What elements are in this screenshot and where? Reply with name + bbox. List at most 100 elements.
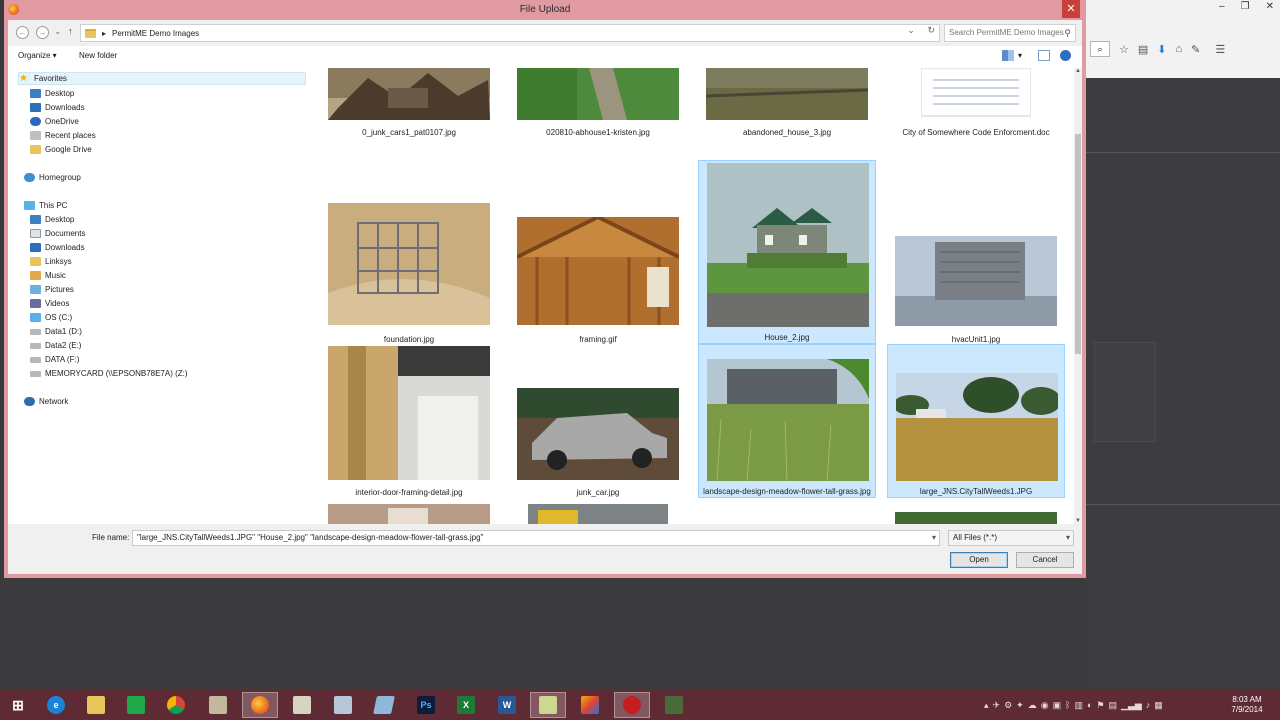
bluetooth-icon[interactable]: ᛒ [1065, 700, 1070, 710]
new-folder-button[interactable]: New folder [79, 51, 117, 60]
tray-icon[interactable]: ◉ [1041, 700, 1049, 711]
nav-pc-downloads[interactable]: Downloads [30, 241, 85, 254]
file-tile[interactable]: City of Somewhere Code Enforcment.doc [887, 68, 1065, 138]
nav-this-pc[interactable]: This PC [24, 199, 67, 212]
file-tile[interactable]: junk_car.jpg [509, 346, 687, 498]
help-icon[interactable] [1060, 50, 1071, 61]
file-tile[interactable]: interior-door-framing-detail.jpg [320, 346, 498, 498]
extension-icon[interactable]: ✎ [1191, 43, 1200, 56]
file-type-select[interactable]: All Files (*.*) ▾ [948, 530, 1074, 546]
up-arrow-icon[interactable]: ↑ [68, 26, 73, 36]
taskbar-chrome[interactable] [158, 692, 194, 718]
organize-button[interactable]: Organize ▾ [18, 51, 57, 60]
file-tile[interactable]: hvacUnit1.jpg [887, 160, 1065, 344]
tray-expand-icon[interactable]: ▴ [984, 700, 989, 711]
taskbar-app-active[interactable] [614, 692, 650, 718]
tray-icon[interactable]: ☁ [1028, 700, 1037, 711]
taskbar-app[interactable] [572, 692, 608, 718]
nav-pc-data-f[interactable]: DATA (F:) [30, 353, 79, 366]
tray-icon[interactable]: ▦ [1154, 700, 1163, 711]
clipboard-icon[interactable]: ▤ [1138, 43, 1148, 56]
volume-icon[interactable]: ♪ [1146, 700, 1151, 710]
nav-pc-os-c[interactable]: OS (C:) [30, 311, 72, 324]
network-signal-icon[interactable]: ▁▃▅ [1121, 700, 1142, 711]
menu-icon[interactable]: ☰ [1215, 43, 1225, 56]
tray-icon[interactable]: ▤ [1109, 700, 1118, 711]
nav-favorites[interactable]: ★ Favorites [18, 72, 306, 85]
forward-icon[interactable]: → [36, 26, 49, 39]
taskbar-store[interactable] [118, 692, 154, 718]
file-tile-selected[interactable]: House_2.jpg [698, 160, 876, 344]
tray-icon[interactable]: ✈ [993, 700, 1001, 711]
home-icon[interactable]: ⌂ [1176, 43, 1183, 55]
search-icon[interactable]: ⚲ [1064, 25, 1071, 41]
nav-fav-downloads[interactable]: Downloads [30, 101, 85, 114]
tray-icon[interactable]: ▣ [1053, 700, 1062, 711]
nav-pc-data2-e[interactable]: Data2 (E:) [30, 339, 81, 352]
file-name-input[interactable]: "large_JNS.CityTallWeeds1.JPG" "House_2.… [132, 530, 940, 546]
nav-fav-onedrive[interactable]: OneDrive [30, 115, 79, 128]
taskbar-app[interactable] [200, 692, 236, 718]
tray-icon[interactable]: ⚙ [1004, 700, 1012, 711]
taskbar-app-active[interactable] [530, 692, 566, 718]
chevron-down-icon[interactable]: ▾ [1066, 531, 1070, 545]
search-input[interactable]: Search PermitME Demo Images ⚲ [944, 24, 1076, 42]
nav-pc-documents[interactable]: Documents [30, 227, 85, 240]
clock[interactable]: 8:03 AM 7/9/2014 [1222, 695, 1272, 715]
taskbar-excel[interactable]: X [448, 692, 484, 718]
nav-network[interactable]: Network [24, 395, 68, 408]
nav-pc-data1-d[interactable]: Data1 (D:) [30, 325, 82, 338]
nav-pc-videos[interactable]: Videos [30, 297, 69, 310]
close-icon[interactable]: ✕ [1266, 1, 1274, 12]
address-folder[interactable]: PermitME Demo Images [112, 29, 199, 38]
taskbar-firefox[interactable] [242, 692, 278, 718]
address-bar[interactable]: ▸ PermitME Demo Images ⌄ ↻ [80, 24, 940, 42]
nav-pc-memorycard-z[interactable]: MEMORYCARD (\\EPSONB78E7A) (Z:) [30, 367, 188, 380]
open-button[interactable]: Open [950, 552, 1008, 568]
nav-pc-desktop[interactable]: Desktop [30, 213, 74, 226]
tray-icon[interactable]: ▥ [1074, 700, 1083, 711]
taskbar-word[interactable]: W [489, 692, 525, 718]
restore-icon[interactable]: ❐ [1241, 1, 1250, 12]
file-tile[interactable]: foundation.jpg [320, 160, 498, 344]
refresh-icon[interactable]: ↻ [927, 25, 935, 35]
vertical-scrollbar[interactable]: ▲ ▼ [1074, 68, 1082, 524]
nav-pc-music[interactable]: Music [30, 269, 66, 282]
close-button[interactable]: ✕ [1062, 0, 1080, 18]
cancel-button[interactable]: Cancel [1016, 552, 1074, 568]
file-tile[interactable]: 020810-abhouse1-kristen.jpg [509, 68, 687, 138]
download-icon[interactable]: ⬇ [1157, 43, 1166, 56]
recent-dropdown-icon[interactable]: ⌄ [54, 26, 62, 37]
taskbar-photoshop[interactable]: Ps [408, 692, 444, 718]
taskbar-file-explorer[interactable] [78, 692, 114, 718]
taskbar-app[interactable] [656, 692, 692, 718]
scrollbar-thumb[interactable] [1075, 134, 1081, 354]
nav-pc-linksys[interactable]: Linksys [30, 255, 72, 268]
taskbar-calculator[interactable] [325, 692, 361, 718]
tray-icon[interactable]: ✦ [1016, 700, 1024, 711]
bookmark-star-icon[interactable]: ☆ [1119, 43, 1129, 56]
nav-homegroup[interactable]: Homegroup [24, 171, 81, 184]
file-tile-selected[interactable]: large_JNS.CityTallWeeds1.JPG [887, 344, 1065, 498]
taskbar-app[interactable] [284, 692, 320, 718]
view-dropdown-icon[interactable]: ▾ [1018, 51, 1022, 60]
nav-fav-google-drive[interactable]: Google Drive [30, 143, 92, 156]
back-icon[interactable]: ← [16, 26, 29, 39]
minimize-icon[interactable]: – [1219, 1, 1225, 12]
file-tile[interactable]: abandoned_house_3.jpg [698, 68, 876, 138]
taskbar-internet-explorer[interactable]: e [38, 692, 74, 718]
file-tile[interactable]: 0_junk_cars1_pat0107.jpg [320, 68, 498, 138]
change-view-icon[interactable] [1002, 50, 1014, 61]
tray-icon[interactable]: ◐ [1087, 700, 1092, 710]
scroll-up-icon[interactable]: ▲ [1074, 68, 1082, 74]
nav-fav-recent-places[interactable]: Recent places [30, 129, 96, 142]
file-tile-selected[interactable]: landscape-design-meadow-flower-tall-gras… [698, 344, 876, 498]
chevron-down-icon[interactable]: ▾ [932, 531, 936, 545]
tray-icon[interactable]: ⚑ [1096, 700, 1104, 711]
start-button[interactable]: ⊞ [0, 692, 36, 718]
nav-pc-pictures[interactable]: Pictures [30, 283, 74, 296]
dropdown-icon[interactable]: ⌄ [907, 25, 915, 35]
preview-pane-icon[interactable] [1038, 50, 1050, 61]
taskbar-app[interactable] [366, 692, 402, 718]
file-tile[interactable]: framing.gif [509, 160, 687, 344]
